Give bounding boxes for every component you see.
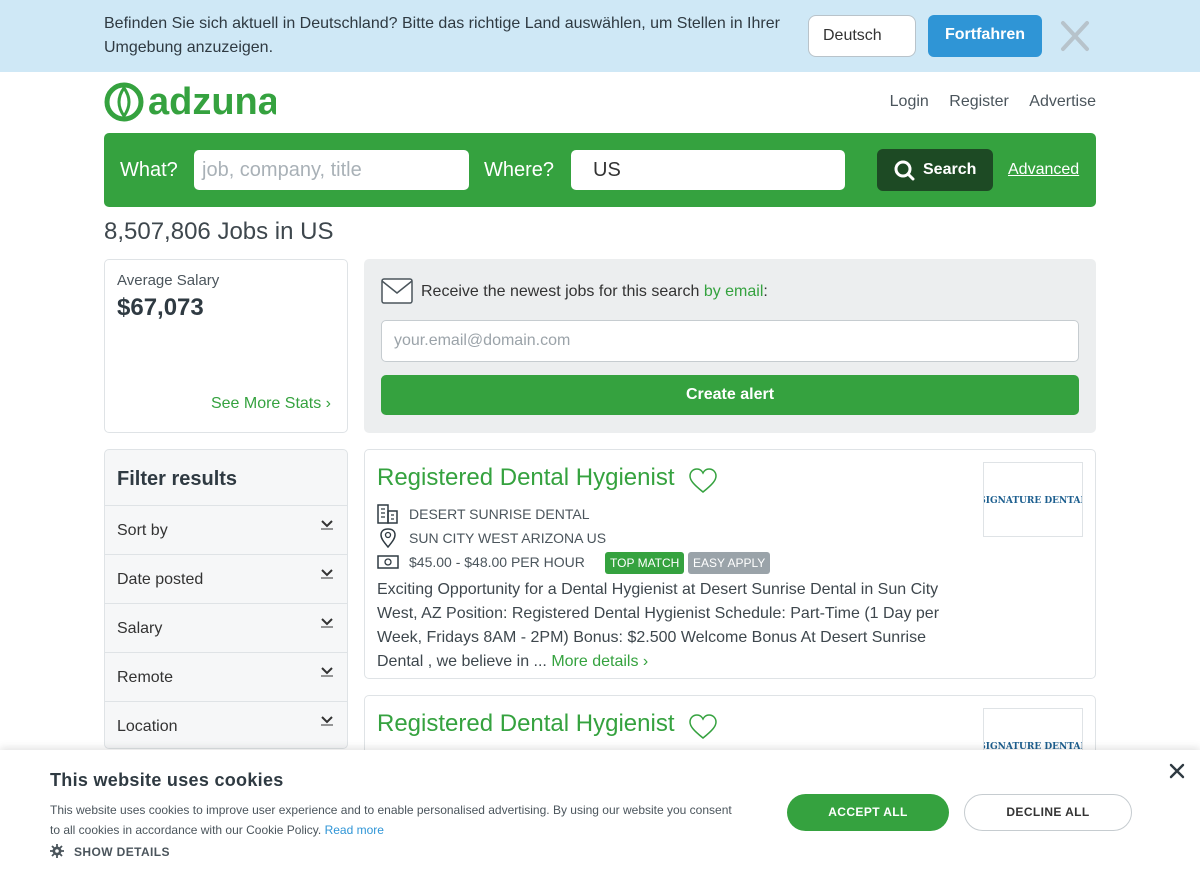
chevron-down-icon: [321, 618, 333, 628]
filter-title: Filter results: [117, 468, 238, 490]
job-company: DESERT SUNRISE DENTAL: [377, 504, 777, 524]
job-title-link[interactable]: Registered Dental Hygienist: [377, 464, 674, 492]
heart-icon[interactable]: [689, 714, 717, 740]
average-salary-value: $67,073: [117, 294, 204, 321]
country-banner: Befinden Sie sich aktuell in Deutschland…: [0, 0, 1200, 72]
close-icon[interactable]: [1168, 762, 1186, 780]
gear-icon: [50, 844, 64, 858]
job-card: Registered Dental Hygienist DESERT SUNRI…: [364, 449, 1096, 679]
filter-salary[interactable]: Salary: [105, 603, 347, 652]
top-match-badge: TOP MATCH: [605, 552, 685, 574]
accept-all-button[interactable]: ACCEPT ALL: [787, 794, 949, 831]
salary-stats-card: Average Salary $67,073 See More Stats ›: [104, 259, 348, 433]
cookie-description: This website uses cookies to improve use…: [50, 803, 732, 837]
cookie-text: This website uses cookies to improve use…: [50, 800, 740, 840]
chevron-down-icon: [321, 667, 333, 677]
cookie-title: This website uses cookies: [50, 770, 284, 790]
decline-all-button[interactable]: DECLINE ALL: [964, 794, 1132, 831]
filter-label: Date posted: [117, 571, 204, 588]
money-icon: [377, 555, 399, 569]
filter-panel: Filter results Sort by Date posted Salar…: [104, 449, 348, 749]
building-icon: [377, 504, 398, 524]
more-details-link[interactable]: More details ›: [551, 653, 648, 670]
company-logo[interactable]: SIGNATURE DENTAL: [979, 462, 1087, 537]
chevron-down-icon: [321, 520, 333, 530]
country-select[interactable]: Deutsch: [808, 15, 916, 57]
filter-label: Location: [117, 718, 178, 735]
company-logo-text: SIGNATURE DENTAL: [984, 496, 1082, 506]
country-banner-text: Befinden Sie sich aktuell in Deutschland…: [104, 15, 780, 56]
chevron-down-icon: [321, 716, 333, 726]
filter-label: Salary: [117, 620, 163, 637]
where-label: Where?: [484, 159, 555, 181]
heart-icon[interactable]: [689, 468, 717, 494]
read-more-link[interactable]: Read more: [325, 823, 384, 837]
search-button-label: Search: [923, 161, 977, 178]
register-link[interactable]: Register: [949, 93, 1009, 110]
job-description: Exciting Opportunity for a Dental Hygien…: [377, 578, 947, 674]
search-button[interactable]: Search: [877, 149, 993, 191]
average-salary-label: Average Salary: [117, 272, 220, 289]
job-title-link[interactable]: Registered Dental Hygienist: [377, 710, 674, 738]
show-details-label: SHOW DETAILS: [74, 845, 170, 859]
salary-range: $45.00 - $48.00 PER HOUR: [409, 554, 585, 570]
filter-label: Sort by: [117, 522, 168, 539]
alert-description: Receive the newest jobs for this search …: [421, 283, 768, 301]
location-pin-icon: [380, 528, 396, 548]
close-icon[interactable]: [1058, 18, 1092, 54]
alert-colon: :: [763, 283, 768, 300]
filter-date-posted[interactable]: Date posted: [105, 554, 347, 603]
job-location: SUN CITY WEST ARIZONA US: [377, 528, 777, 548]
cookie-consent-bar: This website uses cookies This website u…: [0, 750, 1200, 876]
advertise-link[interactable]: Advertise: [1029, 93, 1096, 110]
alert-text: Receive the newest jobs for this search: [421, 283, 700, 300]
email-field[interactable]: your.email@domain.com: [381, 320, 1079, 362]
see-more-stats-link[interactable]: See More Stats ›: [211, 395, 331, 413]
what-input[interactable]: job, company, title: [194, 150, 469, 190]
results-count-title: 8,507,806 Jobs in US: [104, 218, 334, 245]
company-name: DESERT SUNRISE DENTAL: [409, 506, 590, 522]
job-salary: $45.00 - $48.00 PER HOUR TOP MATCH EASY …: [377, 552, 777, 576]
filter-location[interactable]: Location: [105, 701, 347, 748]
search-icon: [894, 160, 915, 181]
logo-wordmark: adzuna: [148, 81, 276, 123]
filter-remote[interactable]: Remote: [105, 652, 347, 701]
where-input[interactable]: US: [571, 150, 845, 190]
chevron-down-icon: [321, 569, 333, 579]
envelope-icon: [381, 278, 413, 304]
filter-sort-by[interactable]: Sort by: [105, 505, 347, 554]
create-alert-button[interactable]: Create alert: [381, 375, 1079, 415]
what-label: What?: [120, 159, 178, 181]
advanced-search-link[interactable]: Advanced: [1008, 161, 1079, 179]
job-alert-box: Receive the newest jobs for this search …: [364, 259, 1096, 433]
location-name: SUN CITY WEST ARIZONA US: [409, 530, 607, 546]
login-link[interactable]: Login: [890, 93, 929, 110]
filter-label: Remote: [117, 669, 174, 686]
adzuna-logo[interactable]: adzuna: [104, 80, 280, 126]
by-email-link[interactable]: by email: [704, 283, 764, 300]
job-description-text: Exciting Opportunity for a Dental Hygien…: [377, 581, 940, 670]
easy-apply-badge: EASY APPLY: [688, 552, 771, 574]
continue-button[interactable]: Fortfahren: [928, 15, 1042, 57]
search-bar: What? job, company, title Where? US Sear…: [104, 133, 1096, 207]
top-nav: Login Register Advertise: [874, 93, 1096, 111]
